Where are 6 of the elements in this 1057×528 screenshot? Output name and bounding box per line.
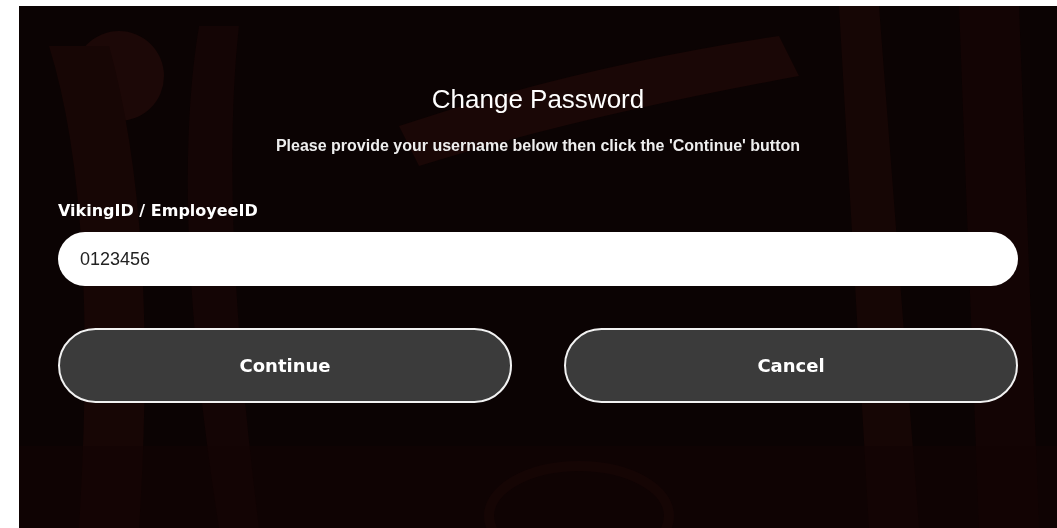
- field-label: VikingID / EmployeeID: [58, 201, 258, 220]
- username-field[interactable]: 0123456: [58, 232, 1018, 286]
- continue-button[interactable]: Continue: [58, 328, 512, 403]
- instructions-text: Please provide your username below then click the 'Continue' button: [275, 137, 801, 155]
- dialog-title: Change Password: [431, 84, 645, 115]
- cancel-button[interactable]: Cancel: [564, 328, 1018, 403]
